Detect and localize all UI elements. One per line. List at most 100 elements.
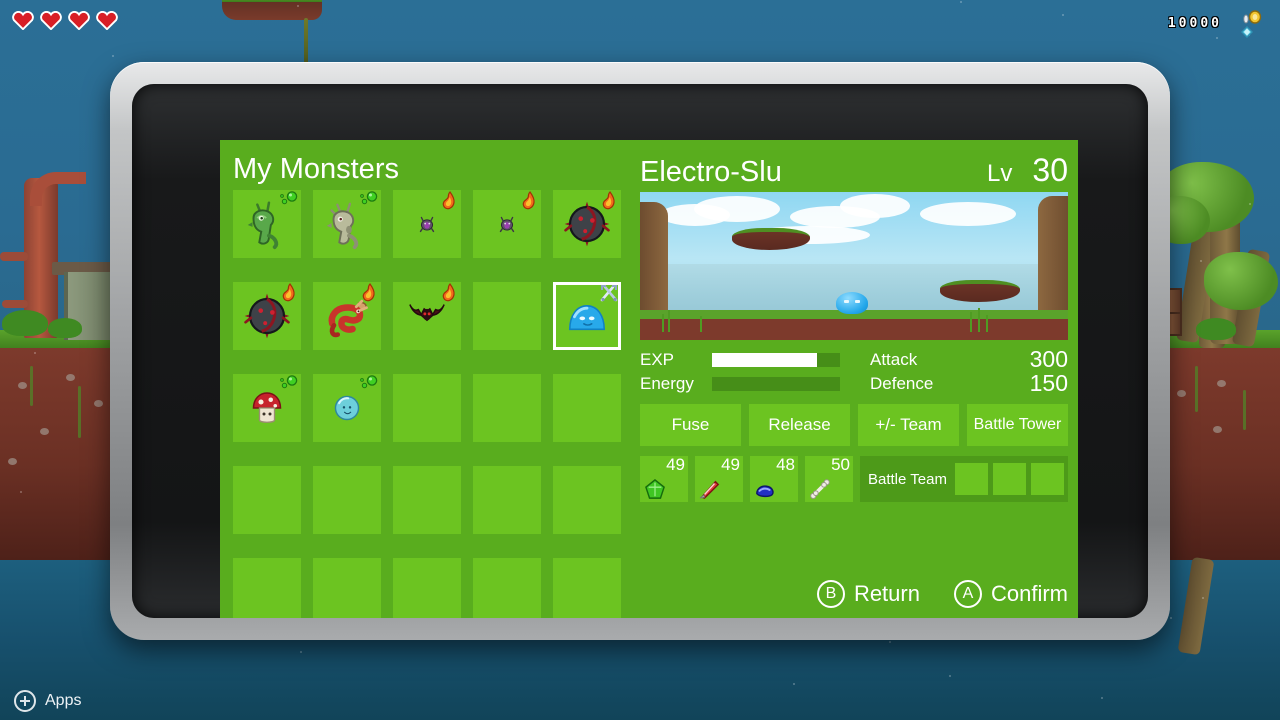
battle-team-slot[interactable] (955, 463, 988, 495)
sky-speck (20, 491, 22, 493)
apps-label: Apps (45, 692, 81, 710)
sky-speck (1200, 260, 1202, 262)
fire-icon (439, 191, 459, 211)
purple-bug-icon (494, 211, 520, 237)
sky-speck (112, 55, 114, 57)
poison-icon (359, 375, 379, 395)
monster-slot-empty[interactable] (233, 466, 301, 534)
battle-team-label: Battle Team (868, 471, 950, 488)
heart-icon (12, 10, 34, 30)
game-screen: My Monsters Electro-Slu Lv 30 EXP Energy… (220, 140, 1078, 618)
score-value: 10000 (1168, 16, 1222, 31)
monster-slot-empty[interactable] (233, 558, 301, 618)
exp-row: EXP (640, 348, 850, 372)
monster-slot-empty[interactable] (553, 558, 621, 618)
release-button[interactable]: Release (749, 404, 850, 446)
right-tree-group (1155, 330, 1280, 560)
sky-speck (34, 352, 36, 354)
action-buttons: Fuse Release +/- Team Battle Tower (640, 404, 1068, 446)
sky-speck (300, 651, 302, 653)
battle-team-slot[interactable] (1031, 463, 1064, 495)
monster-slot-blue-slime[interactable] (553, 282, 621, 350)
a-button-icon: A (954, 580, 982, 608)
monster-slot-empty[interactable] (393, 466, 461, 534)
monster-slot-purple-bug[interactable] (393, 190, 461, 258)
purple-bug-icon (414, 211, 440, 237)
red-shard-icon (699, 479, 721, 499)
monster-slot-dark-spikeball[interactable] (553, 190, 621, 258)
monster-slot-empty[interactable] (473, 558, 541, 618)
floating-island (222, 0, 322, 20)
handheld-device: My Monsters Electro-Slu Lv 30 EXP Energy… (110, 62, 1170, 640)
monster-slot-empty[interactable] (313, 558, 381, 618)
monster-slot-empty[interactable] (553, 374, 621, 442)
exp-bar (712, 353, 840, 367)
score-hud: 10000 (1168, 8, 1262, 38)
monster-slot-empty[interactable] (473, 374, 541, 442)
monster-slot-red-dragon[interactable] (313, 282, 381, 350)
confirm-prompt[interactable]: A Confirm (954, 580, 1068, 608)
monster-slot-purple-bug[interactable] (473, 190, 541, 258)
monster-detail-pane: Electro-Slu Lv 30 EXP Energy Attack Defe… (630, 140, 1078, 618)
fire-icon (519, 191, 539, 211)
tree-foliage (1204, 252, 1278, 310)
item-slot-bone[interactable]: 50 (805, 456, 853, 502)
team-button[interactable]: +/- Team (858, 404, 959, 446)
currency-icons (1236, 8, 1262, 38)
sky-speck (1101, 697, 1103, 699)
battle-tower-button[interactable]: Battle Tower (967, 404, 1068, 446)
monster-slot-dark-bat[interactable] (393, 282, 461, 350)
item-slot-blue-gem[interactable]: 48 (750, 456, 798, 502)
fire-icon (439, 283, 459, 303)
fire-icon (599, 191, 619, 211)
inventory-items: 49 49 48 50 (640, 456, 853, 502)
poison-icon (359, 191, 379, 211)
battle-team-slot[interactable] (993, 463, 1026, 495)
monster-slot-empty[interactable] (393, 374, 461, 442)
monster-slot-gray-dragon[interactable] (313, 190, 381, 258)
item-count: 49 (721, 455, 740, 475)
bush (2, 310, 48, 336)
sky-speck (949, 675, 951, 677)
monster-slot-empty[interactable] (553, 466, 621, 534)
apps-bar[interactable]: Apps (14, 690, 81, 712)
tree-branch (0, 252, 28, 261)
sky-speck (1062, 14, 1064, 16)
health-hearts (12, 10, 118, 30)
page-title: My Monsters (233, 150, 628, 188)
blue-orb-icon (330, 391, 364, 425)
heart-icon (40, 10, 62, 30)
left-ground-platform (0, 330, 118, 560)
fuse-button[interactable]: Fuse (640, 404, 741, 446)
battle-team-box[interactable]: Battle Team (860, 456, 1068, 502)
sky-speck (1170, 617, 1172, 619)
level-value: 30 (1032, 152, 1068, 189)
monster-grid (233, 190, 621, 618)
blue-gem-icon (754, 479, 776, 499)
exp-bar-fill (712, 353, 817, 367)
b-button-icon: B (817, 580, 845, 608)
item-count: 48 (776, 455, 795, 475)
monster-slot-blue-orb[interactable] (313, 374, 381, 442)
item-slot-red-shard[interactable]: 49 (695, 456, 743, 502)
exp-label: EXP (640, 350, 702, 370)
return-prompt[interactable]: B Return (817, 580, 920, 608)
return-label: Return (854, 581, 920, 607)
device-screen-bezel: My Monsters Electro-Slu Lv 30 EXP Energy… (132, 84, 1148, 618)
preview-slime (836, 292, 868, 314)
poison-icon (279, 191, 299, 211)
monster-slot-green-dragon[interactable] (233, 190, 301, 258)
item-slot-green-gem[interactable]: 49 (640, 456, 688, 502)
monster-slot-dark-spikeball[interactable] (233, 282, 301, 350)
monster-slot-empty[interactable] (473, 466, 541, 534)
monster-slot-empty[interactable] (313, 466, 381, 534)
monster-slot-empty[interactable] (393, 558, 461, 618)
monster-slot-empty[interactable] (473, 282, 541, 350)
energy-row: Energy (640, 372, 850, 396)
green-gem-icon (644, 479, 666, 499)
monster-slot-mushroom[interactable] (233, 374, 301, 442)
stats-block: EXP Energy Attack Defence 300 150 (640, 348, 1068, 398)
vine (304, 18, 308, 68)
poison-icon (279, 375, 299, 395)
monster-name: Electro-Slu (640, 156, 782, 189)
